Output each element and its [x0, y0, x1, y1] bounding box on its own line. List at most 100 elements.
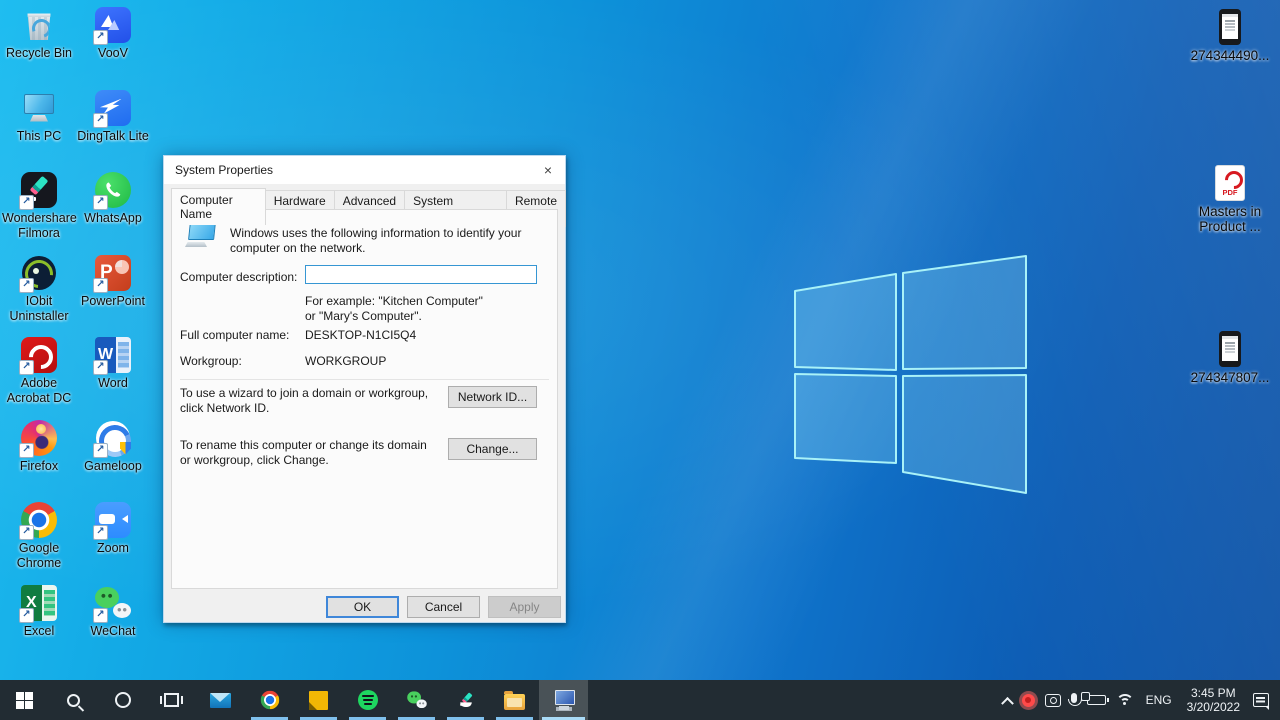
- tray-show-hidden-icons[interactable]: [998, 680, 1017, 720]
- system-tray: ENG 3:45 PM 3/20/2022: [998, 680, 1280, 720]
- desktop-icon-this-pc[interactable]: This PC: [2, 89, 76, 172]
- taskbar-spotify[interactable]: [343, 680, 392, 720]
- wechat-icon: [94, 585, 132, 621]
- taskbar-search-button[interactable]: [49, 680, 98, 720]
- battery-charging-icon: [1080, 692, 1109, 705]
- chrome-icon: [260, 690, 279, 710]
- cancel-button[interactable]: Cancel: [407, 596, 480, 618]
- desktop-icon-phone-file-2[interactable]: 274347807...: [1184, 330, 1276, 385]
- firefox-icon: [21, 419, 57, 456]
- desktop-icon-dingtalk-lite[interactable]: DingTalk Lite: [76, 89, 150, 172]
- windows-logo-wallpaper: [794, 255, 1027, 494]
- desktop-icon-powerpoint[interactable]: PowerPoint: [76, 254, 150, 337]
- tray-battery[interactable]: [1080, 680, 1111, 720]
- excel-icon: [21, 584, 57, 621]
- recycle-bin-icon: [27, 13, 51, 40]
- desktop-icon-zoom[interactable]: Zoom: [76, 501, 150, 584]
- network-id-button[interactable]: Network ID...: [448, 386, 537, 408]
- apply-button[interactable]: Apply: [488, 596, 561, 618]
- cortana-icon: [114, 692, 131, 708]
- desktop-icon-gameloop[interactable]: Gameloop: [76, 419, 150, 502]
- whatsapp-icon: [95, 172, 131, 208]
- dialog-titlebar[interactable]: System Properties ×: [164, 156, 565, 184]
- change-button[interactable]: Change...: [448, 438, 537, 460]
- desktop-icon-excel[interactable]: Excel: [2, 584, 76, 667]
- taskbar-sticky-notes[interactable]: [294, 680, 343, 720]
- taskbar-system-properties[interactable]: [539, 680, 588, 720]
- iobit-uninstaller-icon: [22, 255, 56, 290]
- cortana-button[interactable]: [98, 680, 147, 720]
- action-center-icon: [1253, 693, 1269, 710]
- taskbar-clock[interactable]: 3:45 PM 3/20/2022: [1179, 680, 1248, 720]
- desktop-icon-firefox[interactable]: Firefox: [2, 419, 76, 502]
- wifi-icon: [1115, 693, 1134, 707]
- dingtalk-icon: [95, 89, 131, 126]
- system-properties-dialog: System Properties × Computer Name Hardwa…: [163, 155, 566, 623]
- phone-document-icon: [1219, 331, 1241, 367]
- task-view-icon: [160, 693, 183, 707]
- acrobat-icon: [21, 337, 57, 373]
- microphone-icon: [1067, 693, 1082, 706]
- computer-name-tab-page: Windows uses the following information t…: [171, 209, 558, 589]
- filmora-icon: [21, 172, 57, 208]
- taskbar-filmora[interactable]: [441, 680, 490, 720]
- tray-recording-indicator[interactable]: [1017, 680, 1040, 720]
- full-computer-name-value: DESKTOP-N1CI5Q4: [305, 328, 417, 342]
- wechat-icon: [405, 690, 427, 711]
- taskbar-mail[interactable]: [196, 680, 245, 720]
- zoom-icon: [95, 502, 131, 538]
- tray-language[interactable]: ENG: [1139, 680, 1179, 720]
- file-explorer-icon: [504, 690, 525, 710]
- chrome-icon: [21, 502, 57, 538]
- desktop: Recycle Bin VooV This PC DingTalk Lite W…: [0, 0, 1280, 720]
- search-icon: [67, 693, 80, 707]
- section-divider: [180, 379, 549, 380]
- dialog-intro-text: Windows uses the following information t…: [230, 226, 522, 255]
- tray-screen-capture[interactable]: [1040, 680, 1066, 720]
- clock-date: 3/20/2022: [1186, 700, 1240, 714]
- sticky-notes-icon: [309, 690, 328, 710]
- desktop-icon-recycle-bin[interactable]: Recycle Bin: [2, 6, 76, 89]
- example-note: For example: "Kitchen Computer" or "Mary…: [305, 294, 483, 323]
- taskbar-wechat[interactable]: [392, 680, 441, 720]
- task-view-button[interactable]: [147, 680, 196, 720]
- mail-icon: [210, 692, 231, 708]
- spotify-icon: [357, 690, 378, 710]
- taskbar-chrome[interactable]: [245, 680, 294, 720]
- desktop-icon-wondershare-filmora[interactable]: Wondershare Filmora: [2, 171, 77, 254]
- desktop-icon-whatsapp[interactable]: WhatsApp: [76, 171, 150, 254]
- dialog-title: System Properties: [175, 163, 274, 177]
- record-icon: [1021, 693, 1035, 707]
- desktop-icon-phone-file-1[interactable]: 274344490...: [1184, 8, 1276, 63]
- desktop-icon-wechat[interactable]: WeChat: [76, 584, 150, 667]
- desktop-icon-google-chrome[interactable]: Google Chrome: [2, 501, 76, 584]
- desktop-icon-iobit-uninstaller[interactable]: IObit Uninstaller: [2, 254, 76, 337]
- computer-icon: [185, 222, 219, 252]
- desktop-icon-adobe-acrobat-dc[interactable]: Adobe Acrobat DC: [2, 336, 76, 419]
- workgroup-label: Workgroup:: [180, 354, 242, 368]
- full-computer-name-label: Full computer name:: [180, 328, 290, 342]
- desktop-icon-grid: Recycle Bin VooV This PC DingTalk Lite W…: [2, 6, 150, 666]
- voov-icon: [95, 7, 131, 43]
- ok-button[interactable]: OK: [326, 596, 399, 618]
- desktop-icon-word[interactable]: Word: [76, 336, 150, 419]
- desktop-icon-pdf-file[interactable]: Masters in Product ...: [1184, 164, 1276, 234]
- pdf-file-icon: [1215, 165, 1245, 201]
- tab-computer-name[interactable]: Computer Name: [171, 188, 266, 225]
- network-id-help-text: To use a wizard to join a domain or work…: [180, 386, 429, 415]
- word-icon: [95, 337, 131, 373]
- this-pc-icon: [19, 89, 59, 127]
- gameloop-icon: [96, 420, 130, 455]
- clock-time: 3:45 PM: [1190, 686, 1236, 700]
- taskbar-file-explorer[interactable]: [490, 680, 539, 720]
- close-icon[interactable]: ×: [531, 156, 565, 184]
- desktop-icon-voov[interactable]: VooV: [76, 6, 150, 89]
- action-center-button[interactable]: [1248, 680, 1274, 720]
- tray-microphone[interactable]: [1066, 680, 1082, 720]
- phone-document-icon: [1219, 9, 1241, 45]
- tray-network[interactable]: [1111, 680, 1139, 720]
- chevron-up-icon: [1000, 696, 1014, 710]
- start-button[interactable]: [0, 680, 49, 720]
- computer-description-input[interactable]: [305, 265, 537, 284]
- system-window-icon: [553, 690, 575, 710]
